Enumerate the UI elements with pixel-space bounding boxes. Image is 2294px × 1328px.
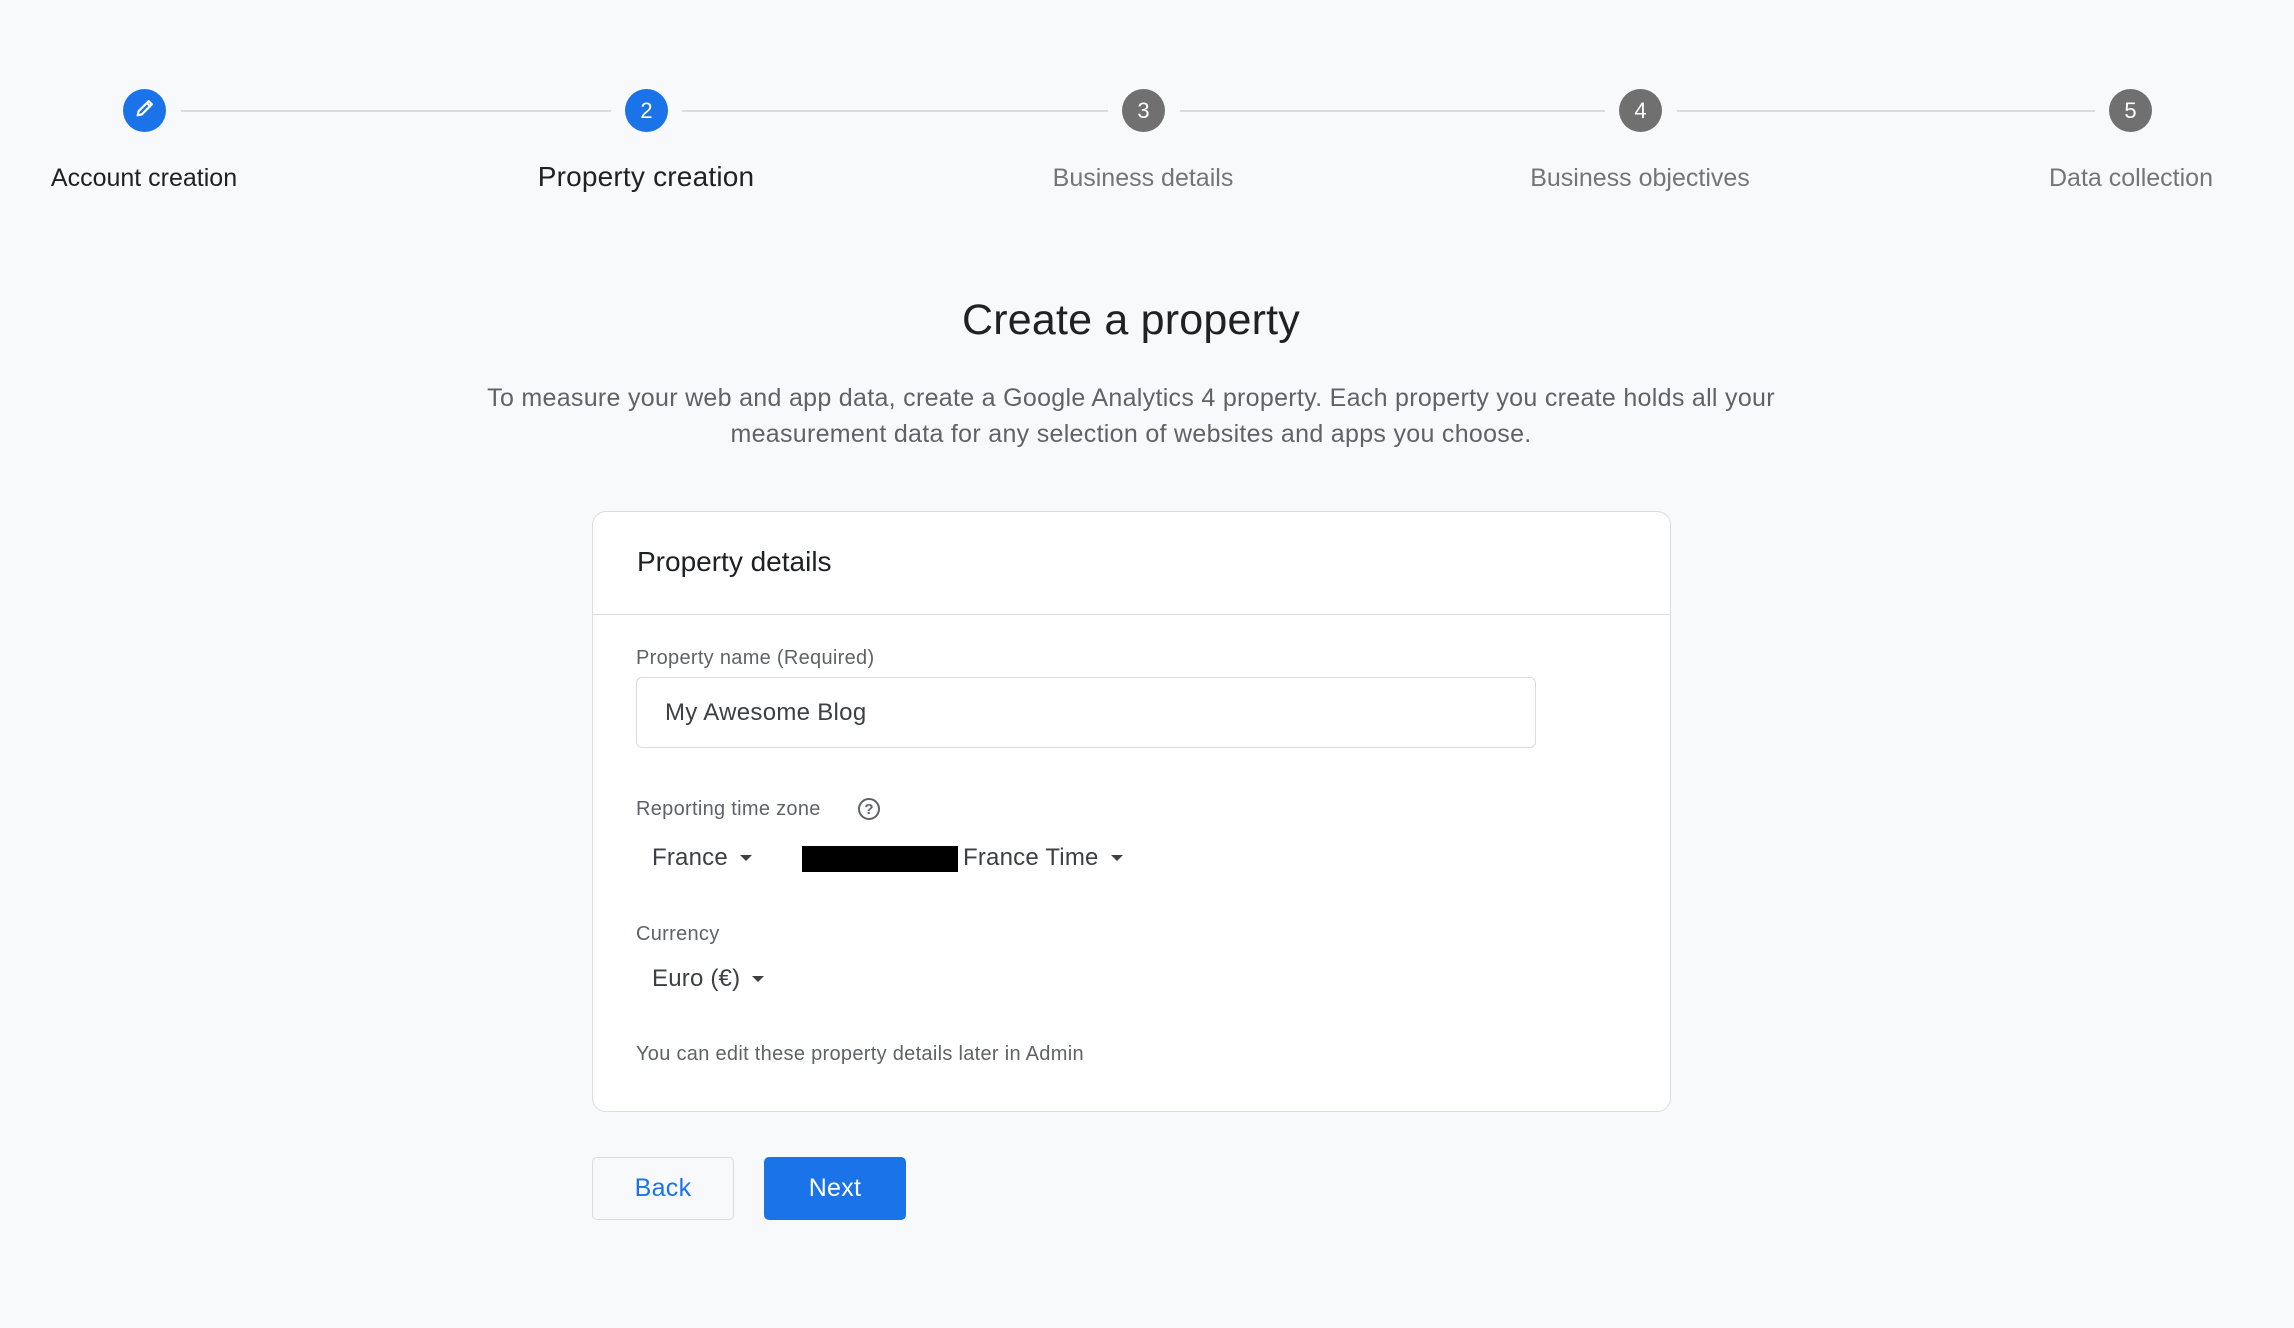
step-2-indicator: 2: [625, 89, 668, 132]
back-button[interactable]: Back: [592, 1157, 734, 1220]
step-1-indicator[interactable]: [123, 89, 166, 132]
currency-value: Euro (€): [652, 965, 741, 992]
help-circle-icon[interactable]: ?: [858, 798, 880, 820]
card-title: Property details: [637, 546, 832, 577]
country-value: France: [652, 844, 728, 871]
chevron-down-icon: [1110, 855, 1123, 861]
step-3-indicator: 3: [1122, 89, 1165, 132]
stepper-connector: [1180, 110, 1605, 112]
property-name-input[interactable]: [636, 677, 1536, 748]
step-5-label: Data collection: [2049, 164, 2213, 192]
stepper-connector: [682, 110, 1108, 112]
step-2-label: Property creation: [537, 161, 755, 192]
country-select[interactable]: France: [652, 841, 752, 875]
time-zone-select[interactable]: France Time: [963, 841, 1123, 875]
property-name-label: Property name (Required): [636, 647, 875, 669]
next-button[interactable]: Next: [764, 1157, 906, 1220]
step-4-indicator: 4: [1619, 89, 1662, 132]
page-title: Create a property: [961, 296, 1300, 344]
step-number: 2: [640, 97, 653, 123]
currency-select[interactable]: Euro (€): [652, 962, 765, 996]
stepper-connector: [181, 110, 611, 112]
redacted-block: [802, 846, 958, 872]
step-5-indicator: 5: [2109, 89, 2152, 132]
time-zone-label: Reporting time zone: [636, 798, 821, 820]
pencil-icon: [134, 97, 156, 125]
edit-later-note: You can edit these property details late…: [636, 1043, 1084, 1065]
property-details-card: Property details Property name (Required…: [592, 511, 1671, 1112]
page-description: To measure your web and app data, create…: [487, 384, 1775, 448]
card-header: Property details: [593, 512, 1670, 615]
time-zone-value: France Time: [963, 844, 1099, 871]
step-number: 5: [2124, 97, 2137, 123]
step-number: 4: [1634, 97, 1647, 123]
chevron-down-icon: [739, 855, 752, 861]
step-number: 3: [1137, 97, 1150, 123]
step-4-label: Business objectives: [1530, 164, 1750, 192]
step-3-label: Business details: [1052, 164, 1234, 192]
currency-label: Currency: [636, 923, 720, 945]
stepper-connector: [1677, 110, 2095, 112]
chevron-down-icon: [752, 976, 765, 982]
step-1-label[interactable]: Account creation: [0, 160, 324, 196]
